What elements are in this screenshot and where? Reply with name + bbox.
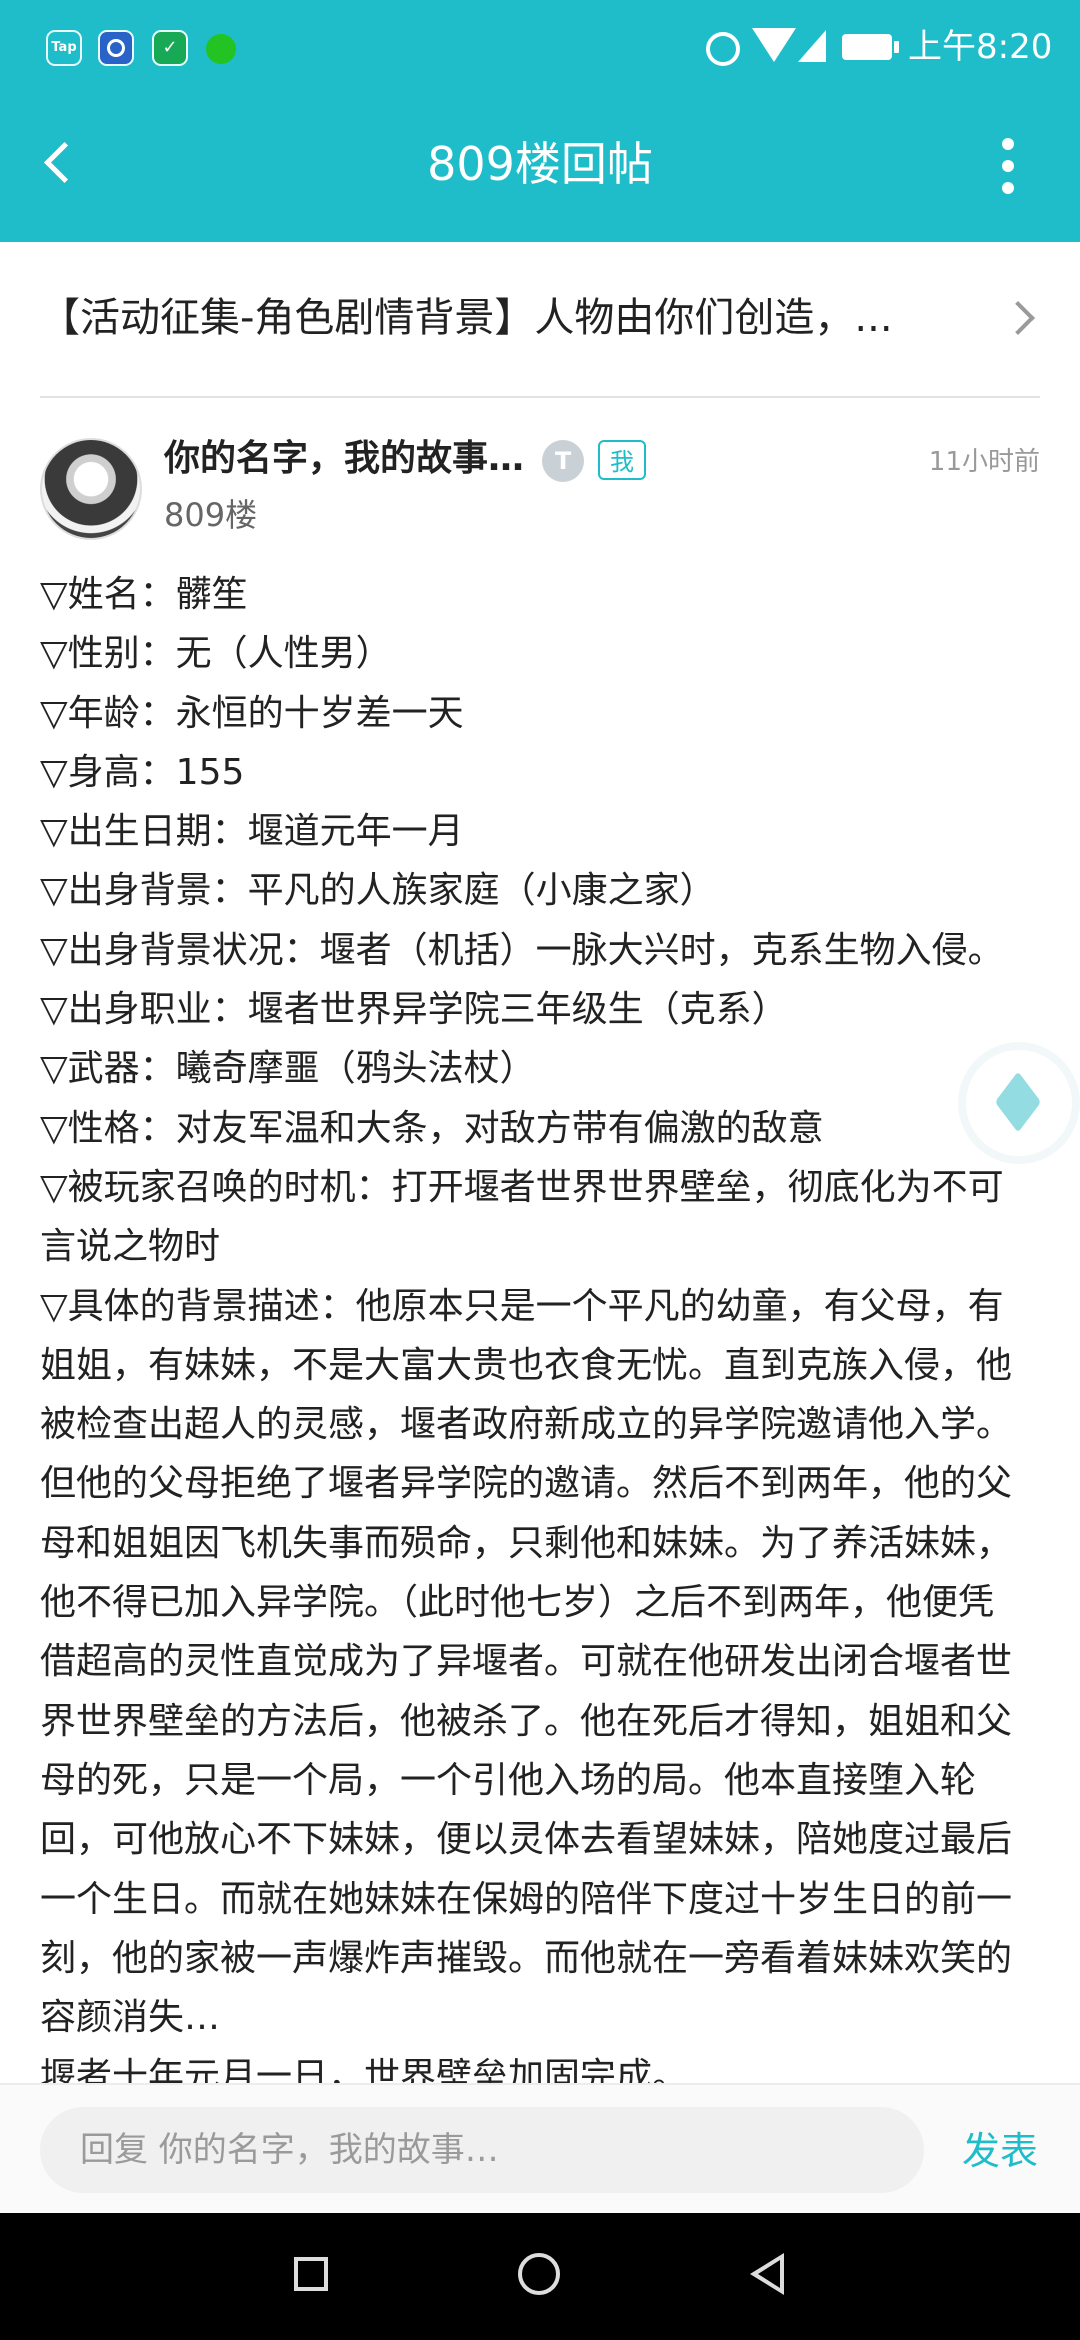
post-line: ▽具体的背景描述：他原本只是一个平凡的幼童，有父母，有 — [40, 1285, 1004, 1327]
page-title: 809楼回帖 — [427, 137, 653, 191]
blue-app-icon — [98, 30, 134, 66]
status-bar: Tap 上午8:20 — [0, 0, 1080, 96]
topic-link[interactable]: 【活动征集-角色剧情背景】人物由你们创造，... — [0, 242, 1080, 398]
level-badge: T — [542, 440, 584, 482]
post-line: 母的死，只是一个局，一个引他入场的局。他本直接堕入轮 — [40, 1759, 977, 1801]
post-line: 容颜消失… — [40, 1997, 221, 2039]
post-line: ▽身高：155 — [40, 751, 245, 793]
green-dot-icon — [206, 34, 236, 64]
post-line: 堰者十年元月一日，世界壁垒加固完成。 — [40, 2056, 689, 2083]
post-line: ▽被玩家召唤的时机：打开堰者世界世界壁垒，彻底化为不可 — [40, 1166, 1004, 1208]
status-time: 上午8:20 — [908, 27, 1053, 67]
post-line: ▽出身背景：平凡的人族家庭（小康之家） — [40, 870, 716, 912]
post-line: 界世界壁垒的方法后，他被杀了。他在死后才得知，姐姐和父 — [40, 1700, 1013, 1742]
post-line: 被检查出超人的灵感，堰者政府新成立的异学院邀请他入学。 — [40, 1404, 1013, 1446]
topic-title: 【活动征集-角色剧情背景】人物由你们创造，... — [40, 295, 893, 341]
post-line: 刻，他的家被一声爆炸声摧毁。而他就在一旁看着妹妹欢笑的 — [40, 1937, 1013, 1979]
post-line: 姐姐，有妹妹，不是大富大贵也衣食无忧。直到克族入侵，他 — [40, 1344, 1013, 1386]
home-icon[interactable] — [518, 2253, 560, 2295]
post-line: ▽出身背景状况：堰者（机括）一脉大兴时，克系生物入侵。 — [40, 929, 1004, 971]
post-line: ▽性格：对友军温和大条，对敌方带有偏激的敌意 — [40, 1107, 824, 1149]
divider — [40, 396, 1040, 398]
post-line: 借超高的灵性直觉成为了异堰者。可就在他研发出闭合堰者世 — [40, 1641, 1013, 1683]
signal-icon — [798, 30, 826, 62]
shield-app-icon — [152, 30, 188, 66]
reply-input[interactable] — [40, 2107, 924, 2193]
post-line: ▽姓名：髒笙 — [40, 574, 248, 615]
post-line: ▽出生日期：堰道元年一月 — [40, 811, 464, 853]
username[interactable]: 你的名字，我的故事… — [164, 432, 524, 486]
nav-back-icon[interactable] — [750, 2253, 784, 2295]
send-button[interactable]: 发表 — [962, 2121, 1038, 2181]
post-line: ▽武器：曦奇摩噩（鸦头法杖） — [40, 1048, 536, 1090]
post-line: ▽性别：无（人性男） — [40, 633, 392, 675]
post-line: 言说之物时 — [40, 1226, 221, 1268]
post-line: ▽出身职业：堰者世界异学院三年级生（克系） — [40, 989, 788, 1031]
wifi-icon — [752, 28, 796, 62]
battery-icon — [842, 34, 899, 60]
recent-apps-icon[interactable] — [294, 2257, 328, 2291]
post-line: 但他的父母拒绝了堰者异学院的邀请。然后不到两年，他的父 — [40, 1463, 1013, 1505]
tap-app-icon: Tap — [46, 30, 82, 66]
app-bar: Tap 上午8:20 809楼回帖 — [0, 0, 1080, 242]
floating-cube-button[interactable] — [966, 1050, 1072, 1156]
post-line: 回，可他放心不下妹妹，便以灵体去看望妹妹，陪她度过最后 — [40, 1819, 1013, 1861]
chevron-right-icon — [1001, 301, 1035, 335]
me-badge: 我 — [598, 440, 646, 480]
navigation-bar — [0, 2213, 1080, 2340]
floor-label: 809楼 — [164, 496, 258, 534]
post-content: ▽姓名：髒笙 ▽性别：无（人性男） ▽年龄：永恒的十岁差一天 ▽身高：155 ▽… — [40, 565, 1050, 2083]
post-line: 一个生日。而就在她妹妹在保姆的陪伴下度过十岁生日的前一 — [40, 1878, 1013, 1920]
post-timestamp: 11小时前 — [928, 447, 1040, 477]
avatar[interactable] — [40, 438, 142, 540]
more-vertical-icon[interactable] — [986, 136, 1030, 196]
title-bar: 809楼回帖 — [0, 96, 1080, 242]
post-line: ▽年龄：永恒的十岁差一天 — [40, 692, 464, 734]
post-line: 他不得已加入异学院。（此时他七岁）之后不到两年，他便凭 — [40, 1582, 995, 1624]
reply-bar: 发表 — [0, 2083, 1080, 2213]
post-line: 母和姐姐因飞机失事而殒命，只剩他和妹妹。为了养活妹妹， — [40, 1522, 1013, 1564]
alarm-icon — [706, 32, 740, 66]
